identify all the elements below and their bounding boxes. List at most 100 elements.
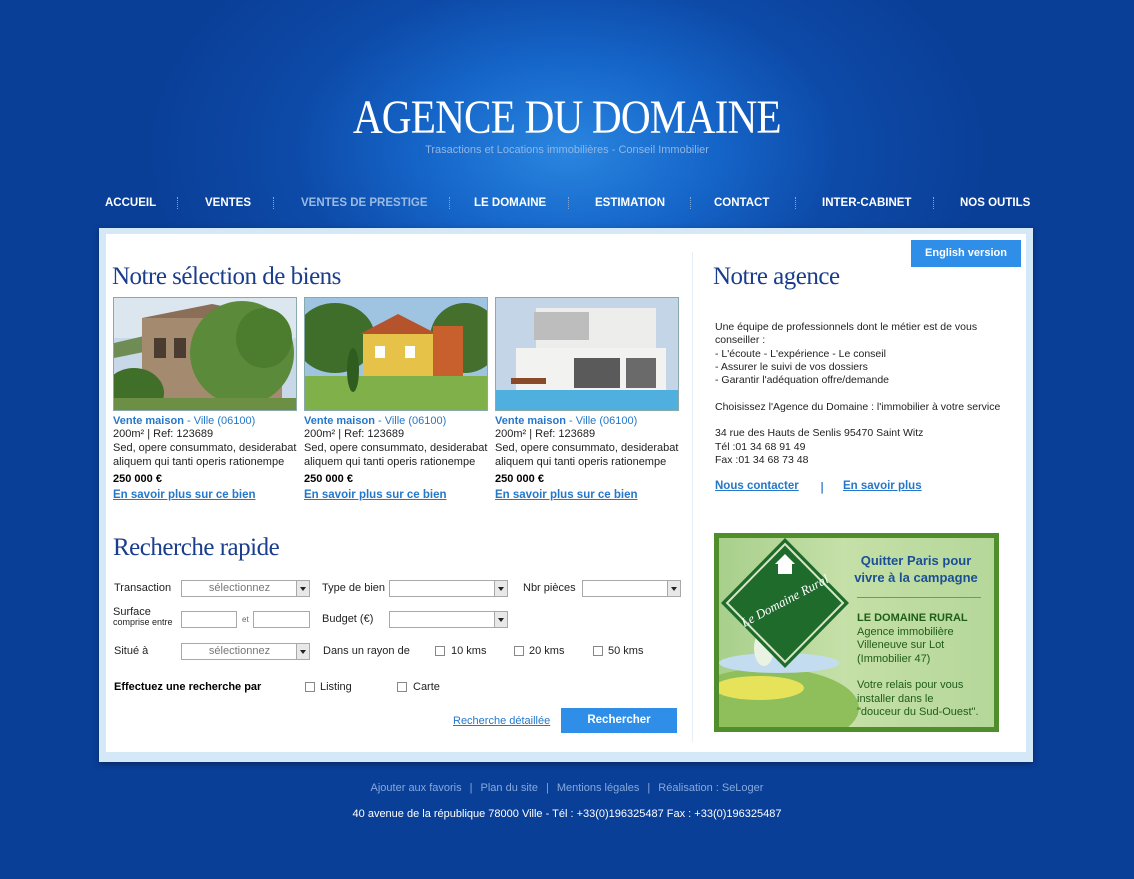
contact-link[interactable]: Nous contacter [715,480,799,492]
banner-text-line: "douceur du Sud-Ouest". [857,706,979,718]
budget-label: Budget (€) [322,613,374,625]
banner-body: LE DOMAINE RURAL Agence immobilière Vill… [857,612,994,720]
location-select[interactable]: sélectionnez [181,643,310,660]
property-type-label[interactable]: Vente maison [113,415,184,427]
radius-10-checkbox[interactable] [435,646,445,656]
transaction-label: Transaction [114,582,172,594]
nav-item-accueil[interactable]: ACCUEIL [105,197,156,209]
agency-address: 34 rue des Hauts de Senlis 95470 Saint W… [715,427,924,440]
property-specs: 200m² | Ref: 123689 [495,428,596,440]
radius-10-label: 10 kms [451,645,487,657]
property-price: 250 000 € [113,473,162,485]
radius-20-label: 20 kms [529,645,565,657]
property-card: Vente maison - Ville (06100) 200m² | Ref… [304,297,490,501]
property-type[interactable]: Vente maison - Ville (06100) [113,415,299,427]
surface-label: Surface comprise entre [113,607,173,628]
site-logo[interactable]: AGENCE DU DOMAINE Trasactions et Locatio… [0,92,1134,157]
nav-separator [449,197,452,209]
agency-description: Une équipe de professionnels dont le mét… [715,321,1015,467]
property-type-label[interactable]: Vente maison [495,415,566,427]
search-title: Recherche rapide [113,534,280,561]
transaction-select[interactable]: sélectionnez [181,580,310,597]
banner-text-line: Votre relais pour vous [857,679,964,691]
map-label: Carte [413,681,440,693]
property-details-link[interactable]: En savoir plus sur ce bien [304,489,490,501]
banner-text-line: (Immobilier 47) [857,652,931,665]
footer-separator: | [469,782,473,794]
site-subtitle: Trasactions et Locations immobilières - … [425,144,709,156]
nav-item-estimation[interactable]: ESTIMATION [595,197,665,209]
agency-title: Notre agence [713,263,840,290]
property-location: - Ville (06100) [374,415,447,427]
surface-sub-label: comprise entre [113,617,173,627]
nav-separator [568,197,571,209]
property-desc: aliquem qui tanti operis rationempe [304,456,476,468]
link-separator: | [820,480,825,494]
nav-item-inter-cabinet[interactable]: INTER-CABINET [822,197,911,209]
property-details-link[interactable]: En savoir plus sur ce bien [113,489,299,501]
banner-text-line: Villeneuve sur Lot [857,639,945,651]
selection-title: Notre sélection de biens [112,263,341,290]
surface-max-input[interactable] [253,611,310,628]
surface-min-input[interactable] [181,611,237,628]
transaction-select-value: sélectionnez [208,582,271,594]
modern-villa-pool-photo[interactable] [495,297,679,411]
column-divider [692,252,693,742]
footer-links: Ajouter aux favoris | Plan du site | Mention… [0,782,1134,794]
agency-text-line: Une équipe de professionnels dont le mét… [715,321,978,333]
chevron-down-icon [667,581,680,596]
nav-item-contact[interactable]: CONTACT [714,197,769,209]
nav-separator [273,197,276,209]
property-type-label[interactable]: Vente maison [304,415,375,427]
nav-item-ventes-prestige[interactable]: VENTES DE PRESTIGE [301,197,428,209]
map-checkbox[interactable] [397,682,407,692]
banner-agency-name: LE DOMAINE RURAL [857,612,968,624]
chevron-down-icon [296,644,309,659]
type-select[interactable] [389,580,508,597]
property-price: 250 000 € [495,473,544,485]
stone-house-ivy-photo[interactable] [113,297,297,411]
agency-phone: Tél :01 34 68 91 49 [715,440,806,453]
listing-label: Listing [320,681,352,693]
english-version-button[interactable]: English version [911,240,1021,267]
nav-item-nos-outils[interactable]: NOS OUTILS [960,197,1030,209]
nav-separator [177,197,180,209]
legal-link[interactable]: Mentions légales [557,782,640,794]
nav-separator [795,197,798,209]
nav-separator [933,197,936,209]
yellow-house-garden-photo[interactable] [304,297,488,411]
property-type[interactable]: Vente maison - Ville (06100) [304,415,490,427]
agency-text-line: - Assurer le suivi de vos dossiers [715,360,868,373]
budget-select[interactable] [389,611,508,628]
rooms-select[interactable] [582,580,681,597]
property-desc: aliquem qui tanti operis rationempe [495,456,667,468]
search-button[interactable]: Rechercher [561,708,677,733]
chevron-down-icon [494,581,507,596]
main-nav: ACCUEIL VENTES VENTES DE PRESTIGE LE DOM… [98,197,1038,215]
nav-item-ventes[interactable]: VENTES [205,197,251,209]
more-info-link[interactable]: En savoir plus [843,480,922,492]
nav-separator [690,197,693,209]
agency-text-line: conseiller : [715,334,766,347]
radius-50-checkbox[interactable] [593,646,603,656]
property-card: Vente maison - Ville (06100) 200m² | Ref… [113,297,299,501]
property-location: - Ville (06100) [183,415,256,427]
type-label: Type de bien [322,582,385,594]
property-desc: Sed, opere consummato, desiderabat [304,442,488,454]
radius-20-checkbox[interactable] [514,646,524,656]
domaine-rural-banner[interactable]: Le Domaine Rural Quitter Paris pour vivre… [714,533,999,732]
sitemap-link[interactable]: Plan du site [481,782,538,794]
listing-checkbox[interactable] [305,682,315,692]
nav-item-le-domaine[interactable]: LE DOMAINE [474,197,546,209]
property-specs: 200m² | Ref: 123689 [113,428,214,440]
property-specs: 200m² | Ref: 123689 [304,428,405,440]
detailed-search-link[interactable]: Recherche détaillée [453,715,550,727]
property-type[interactable]: Vente maison - Ville (06100) [495,415,681,427]
radius-label: Dans un rayon de [323,645,410,657]
favorites-link[interactable]: Ajouter aux favoris [371,782,462,794]
property-details-link[interactable]: En savoir plus sur ce bien [495,489,681,501]
credits-link[interactable]: Réalisation : SeLoger [658,782,763,794]
agency-text-line: - Garantir l'adéquation offre/demande [715,374,890,387]
radius-50-label: 50 kms [608,645,644,657]
property-desc: aliquem qui tanti operis rationempe [113,456,285,468]
